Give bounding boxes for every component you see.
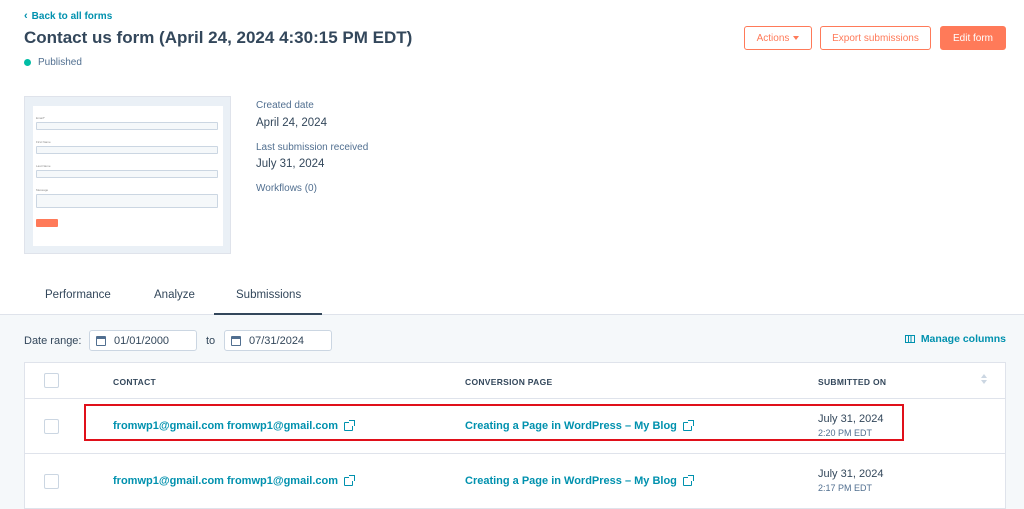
table-row: fromwp1@gmail.com fromwp1@gmail.com Crea… xyxy=(25,454,1005,509)
submitted-time: 2:17 PM EDT xyxy=(818,483,873,493)
manage-columns-button[interactable]: Manage columns xyxy=(904,333,1006,345)
to-date-value: 07/31/2024 xyxy=(249,334,305,347)
columns-icon xyxy=(904,335,915,343)
from-date-value: 01/01/2000 xyxy=(114,334,170,347)
preview-field xyxy=(36,170,218,178)
submissions-panel: Date range: 01/01/2000 to 07/31/2024 Man… xyxy=(0,315,1024,509)
export-submissions-button[interactable]: Export submissions xyxy=(820,26,931,50)
actions-button-label: Actions xyxy=(756,32,790,44)
calendar-icon xyxy=(96,335,106,346)
submitted-date: July 31, 2024 xyxy=(818,468,884,480)
actions-button[interactable]: Actions xyxy=(744,26,812,50)
external-link-icon xyxy=(344,419,355,431)
tab-submissions[interactable]: Submissions xyxy=(236,289,301,301)
tab-performance[interactable]: Performance xyxy=(45,289,111,301)
chevron-left-icon: ‹ xyxy=(24,10,28,22)
row-checkbox[interactable] xyxy=(44,474,59,489)
to-label: to xyxy=(206,335,216,347)
created-date-label: Created date xyxy=(256,100,314,111)
last-submission-value: July 31, 2024 xyxy=(256,158,325,170)
back-to-forms-link[interactable]: ‹ Back to all forms xyxy=(24,10,112,22)
submitted-time: 2:20 PM EDT xyxy=(818,428,873,438)
preview-textarea xyxy=(36,194,218,208)
date-range-label: Date range: xyxy=(24,335,82,347)
contact-link[interactable]: fromwp1@gmail.com fromwp1@gmail.com xyxy=(113,474,355,487)
last-submission-label: Last submission received xyxy=(256,142,369,153)
sort-icon[interactable] xyxy=(981,374,987,384)
preview-field xyxy=(36,146,218,154)
to-date-input[interactable]: 07/31/2024 xyxy=(224,330,332,351)
preview-submit-button xyxy=(36,219,58,227)
select-all-checkbox[interactable] xyxy=(44,373,59,388)
submitted-date: July 31, 2024 xyxy=(818,413,884,425)
published-dot-icon xyxy=(24,59,31,66)
row-checkbox[interactable] xyxy=(44,419,59,434)
column-header-submitted-on[interactable]: SUBMITTED ON xyxy=(818,377,886,387)
preview-field-label: First Name xyxy=(36,140,51,144)
table-row: fromwp1@gmail.com fromwp1@gmail.com Crea… xyxy=(25,399,1005,454)
sort-up-icon xyxy=(981,374,987,378)
contact-text: fromwp1@gmail.com fromwp1@gmail.com xyxy=(113,420,338,432)
external-link-icon xyxy=(344,474,355,486)
calendar-icon xyxy=(231,335,241,346)
caret-down-icon xyxy=(793,36,800,40)
back-link-label: Back to all forms xyxy=(31,10,113,22)
external-link-icon xyxy=(682,474,694,486)
table-header: CONTACT CONVERSION PAGE SUBMITTED ON xyxy=(25,363,1005,399)
column-header-contact[interactable]: CONTACT xyxy=(113,377,156,387)
external-link-icon xyxy=(682,419,694,431)
workflows-label: Workflows (0) xyxy=(256,183,317,194)
preview-field-label: Last Name xyxy=(36,164,51,168)
preview-field-label: Message xyxy=(36,188,49,192)
preview-field-label: Email* xyxy=(36,116,45,120)
sort-down-icon xyxy=(981,380,987,384)
conversion-page-link[interactable]: Creating a Page in WordPress – My Blog xyxy=(465,419,694,432)
contact-text: fromwp1@gmail.com fromwp1@gmail.com xyxy=(113,475,338,487)
status-indicator: Published xyxy=(24,57,82,68)
conversion-page-text: Creating a Page in WordPress – My Blog xyxy=(465,475,677,487)
form-preview-canvas: Email* First Name Last Name Message xyxy=(33,106,223,246)
created-date-value: April 24, 2024 xyxy=(256,117,327,129)
tab-bar: Performance Analyze Submissions xyxy=(0,283,1024,316)
preview-field xyxy=(36,122,218,130)
column-header-conversion-page[interactable]: CONVERSION PAGE xyxy=(465,377,552,387)
form-preview-thumbnail[interactable]: Email* First Name Last Name Message xyxy=(24,96,231,254)
page-title: Contact us form (April 24, 2024 4:30:15 … xyxy=(24,28,413,47)
from-date-input[interactable]: 01/01/2000 xyxy=(89,330,197,351)
submissions-table: CONTACT CONVERSION PAGE SUBMITTED ON fro… xyxy=(24,362,1006,509)
manage-columns-label: Manage columns xyxy=(920,333,1006,345)
status-label: Published xyxy=(38,57,82,68)
edit-form-button[interactable]: Edit form xyxy=(940,26,1006,50)
contact-link[interactable]: fromwp1@gmail.com fromwp1@gmail.com xyxy=(113,419,355,432)
conversion-page-link[interactable]: Creating a Page in WordPress – My Blog xyxy=(465,474,694,487)
conversion-page-text: Creating a Page in WordPress – My Blog xyxy=(465,420,677,432)
tab-analyze[interactable]: Analyze xyxy=(154,289,195,301)
